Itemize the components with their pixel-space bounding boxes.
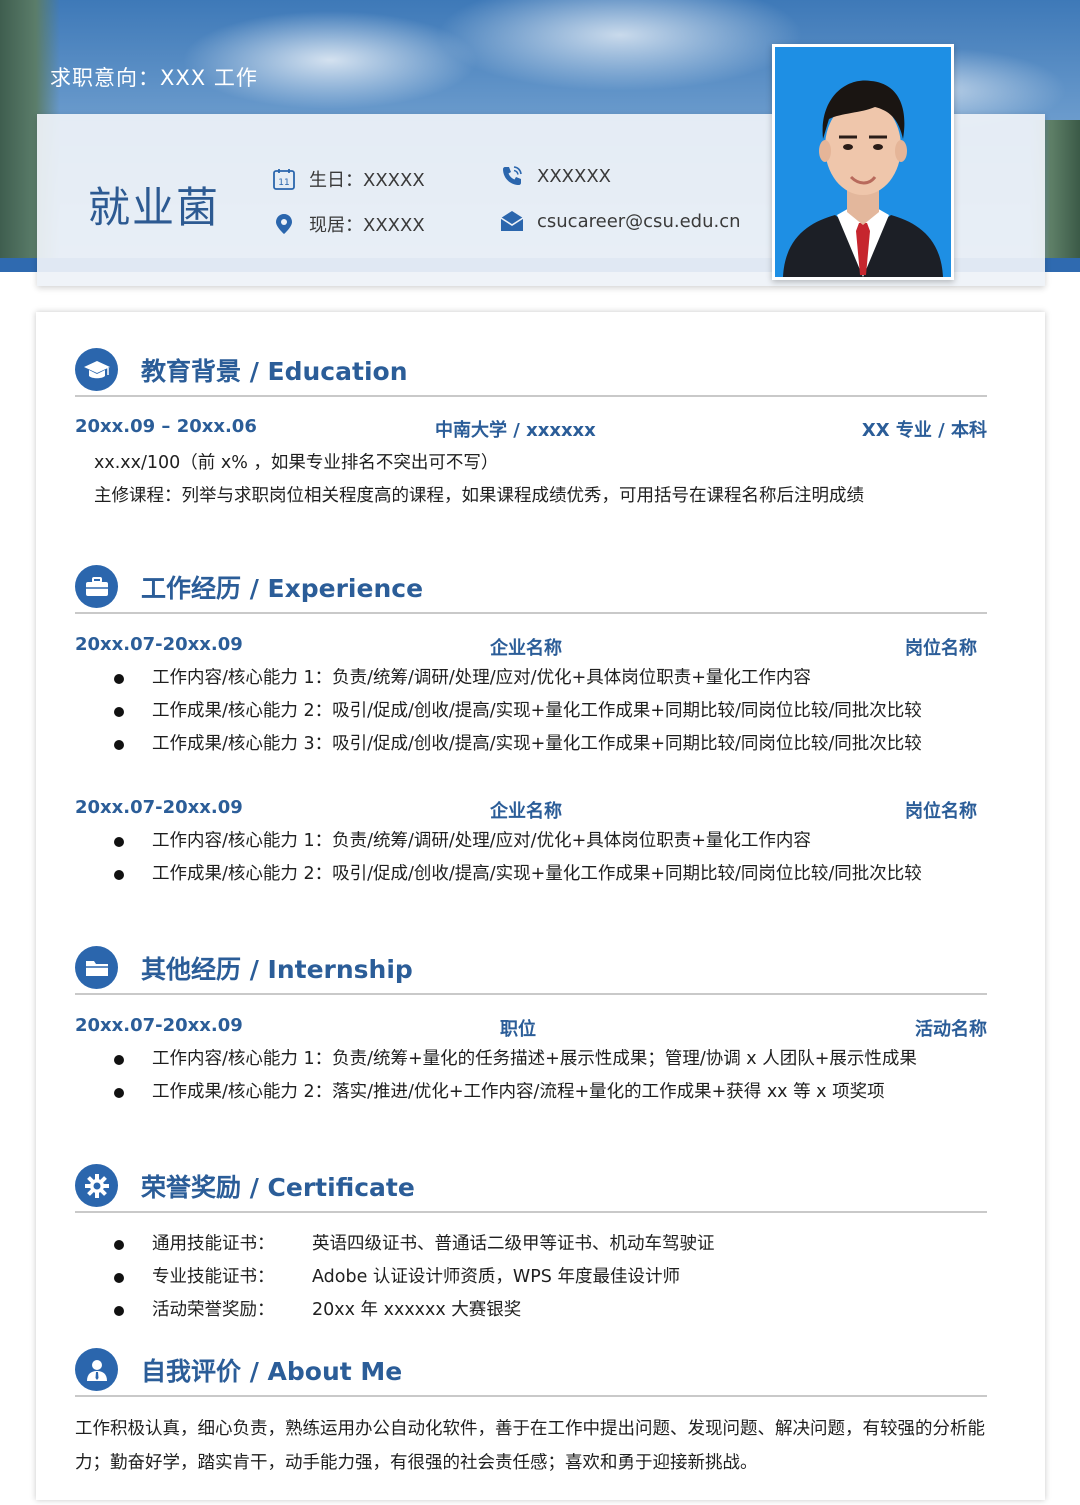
- resume-body: 教育背景 / Education 20xx.09 – 20xx.06 中南大学 …: [36, 312, 1045, 1500]
- section-about-header: 自我评价 / About Me: [75, 1348, 987, 1398]
- internship-role: 职位: [500, 1019, 536, 1040]
- list-item: 通用技能证书： 英语四级证书、普通话二级甲等证书、机动车驾驶证: [114, 1233, 715, 1266]
- residence-row: 现居：XXXXX: [271, 211, 425, 237]
- about-text: 工作积极认真，细心负责，熟练运用办公自动化软件，善于在工作中提出问题、发现问题、…: [75, 1419, 985, 1473]
- list-item: 工作成果/核心能力 2：落实/推进/优化+工作内容/流程+量化的工作成果+获得 …: [114, 1081, 917, 1114]
- birthday-text: 生日：XXXXX: [309, 170, 425, 191]
- job-2-position: 岗位名称: [905, 801, 977, 822]
- folder-icon: [75, 946, 118, 989]
- job-1-position: 岗位名称: [905, 638, 977, 659]
- section-internship-title: 其他经历 / Internship: [141, 955, 413, 984]
- list-item: 工作内容/核心能力 1：负责/统筹/调研/处理/应对/优化+具体岗位职责+量化工…: [114, 667, 922, 700]
- list-item: 工作成果/核心能力 2：吸引/促成/创收/提高/实现+量化工作成果+同期比较/同…: [114, 700, 922, 733]
- section-experience-title: 工作经历 / Experience: [141, 574, 424, 603]
- list-item: 专业技能证书： Adobe 认证设计师资质，WPS 年度最佳设计师: [114, 1266, 715, 1299]
- education-major: XX 专业 / 本科: [861, 420, 987, 441]
- phone-row: XXXXXX: [499, 163, 611, 189]
- residence-text: 现居：XXXXX: [309, 215, 425, 236]
- mail-icon: [499, 208, 525, 234]
- svg-text:11: 11: [278, 178, 289, 188]
- certificate-label: 专业技能证书：: [152, 1267, 275, 1287]
- section-certificate-header: 荣誉奖励 / Certificate: [75, 1164, 987, 1214]
- job-2-row: 20xx.07-20xx.09 企业名称 岗位名称: [75, 797, 987, 822]
- list-item: 工作内容/核心能力 1：负责/统筹/调研/处理/应对/优化+具体岗位职责+量化工…: [114, 830, 922, 863]
- certificate-value: Adobe 认证设计师资质，WPS 年度最佳设计师: [312, 1267, 680, 1287]
- birthday-row: 11 生日：XXXXX: [271, 166, 425, 192]
- section-internship-header: 其他经历 / Internship: [75, 946, 987, 996]
- internship-items: 工作内容/核心能力 1：负责/统筹+量化的任务描述+展示性成果；管理/协调 x …: [114, 1048, 917, 1114]
- job-1-company: 企业名称: [490, 638, 562, 659]
- education-courses: 主修课程：列举与求职岗位相关程度高的课程，如果课程成绩优秀，可用括号在课程名称后…: [94, 486, 864, 506]
- calendar-icon: 11: [271, 166, 297, 192]
- certificate-label: 通用技能证书：: [152, 1234, 275, 1254]
- section-divider: [75, 1395, 987, 1397]
- person-icon: [75, 1348, 118, 1391]
- certificate-value: 英语四级证书、普通话二级甲等证书、机动车驾驶证: [312, 1234, 715, 1254]
- briefcase-icon: [75, 565, 118, 608]
- gear-icon: [75, 1164, 118, 1207]
- certificate-label: 活动荣誉奖励：: [152, 1300, 275, 1320]
- job-1-period: 20xx.07-20xx.09: [75, 634, 243, 655]
- certificate-items: 通用技能证书： 英语四级证书、普通话二级甲等证书、机动车驾驶证 专业技能证书： Ad…: [114, 1233, 715, 1332]
- profile-photo: [772, 44, 954, 280]
- education-ranking: xx.xx/100（前 x% ，如果专业排名不突出可不写）: [94, 453, 499, 473]
- list-item: 工作成果/核心能力 2：吸引/促成/创收/提高/实现+量化工作成果+同期比较/同…: [114, 863, 922, 896]
- list-item: 工作成果/核心能力 3：吸引/促成/创收/提高/实现+量化工作成果+同期比较/同…: [114, 733, 922, 766]
- job-intent: 求职意向：XXX 工作: [50, 66, 258, 90]
- list-item: 工作内容/核心能力 1：负责/统筹+量化的任务描述+展示性成果；管理/协调 x …: [114, 1048, 917, 1081]
- graduation-cap-icon: [75, 348, 118, 391]
- section-certificate-title: 荣誉奖励 / Certificate: [141, 1173, 415, 1202]
- section-divider: [75, 395, 987, 397]
- location-pin-icon: [271, 211, 297, 237]
- list-item: 活动荣誉奖励： 20xx 年 xxxxxx 大赛银奖: [114, 1299, 715, 1332]
- section-about-title: 自我评价 / About Me: [141, 1357, 403, 1386]
- job-2-period: 20xx.07-20xx.09: [75, 797, 243, 818]
- job-1-items: 工作内容/核心能力 1：负责/统筹/调研/处理/应对/优化+具体岗位职责+量化工…: [114, 667, 922, 766]
- candidate-name: 就业菌: [88, 183, 221, 232]
- section-experience-header: 工作经历 / Experience: [75, 565, 987, 615]
- phone-text: XXXXXX: [537, 165, 611, 187]
- job-2-company: 企业名称: [490, 801, 562, 822]
- phone-icon: [499, 163, 525, 189]
- job-2-items: 工作内容/核心能力 1：负责/统筹/调研/处理/应对/优化+具体岗位职责+量化工…: [114, 830, 922, 896]
- section-education-title: 教育背景 / Education: [141, 357, 408, 386]
- internship-row: 20xx.07-20xx.09 职位 活动名称: [75, 1015, 987, 1040]
- education-period: 20xx.09 – 20xx.06: [75, 416, 257, 437]
- section-divider: [75, 993, 987, 995]
- internship-activity: 活动名称: [915, 1019, 987, 1040]
- certificate-value: 20xx 年 xxxxxx 大赛银奖: [312, 1300, 522, 1320]
- section-divider: [75, 1211, 987, 1213]
- internship-period: 20xx.07-20xx.09: [75, 1015, 243, 1036]
- education-row: 20xx.09 – 20xx.06 中南大学 / xxxxxx XX 专业 / …: [75, 416, 987, 441]
- section-divider: [75, 612, 987, 614]
- section-education-header: 教育背景 / Education: [75, 348, 987, 398]
- email-row: csucareer@csu.edu.cn: [499, 208, 741, 234]
- education-school: 中南大学 / xxxxxx: [435, 420, 596, 441]
- job-1-row: 20xx.07-20xx.09 企业名称 岗位名称: [75, 634, 987, 659]
- email-text[interactable]: csucareer@csu.edu.cn: [537, 211, 741, 232]
